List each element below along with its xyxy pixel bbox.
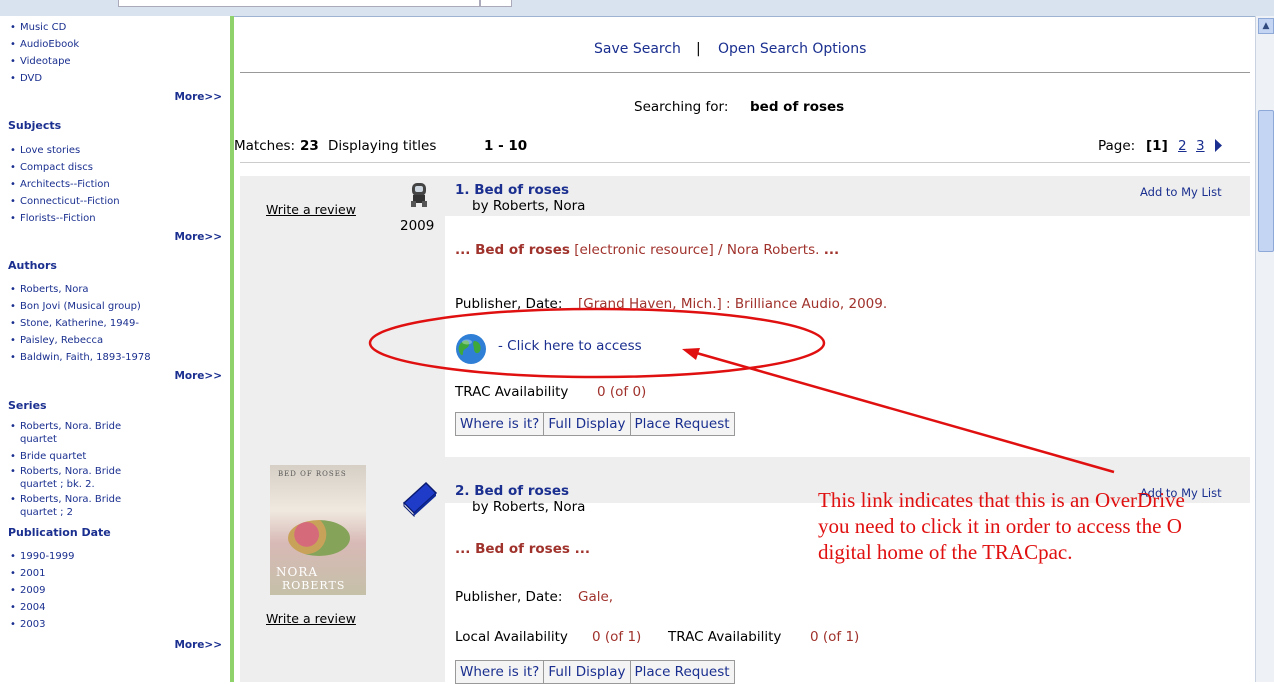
annotation-arrow-head	[682, 348, 700, 360]
annotation-callout: This link indicates that this is an Over…	[818, 487, 1274, 597]
annotation-line-1: This link indicates that this is an Over…	[818, 488, 1185, 512]
annotation-line-3: digital home of the TRACpac.	[818, 540, 1073, 564]
annotation-line-2: you need to click it in order to access …	[818, 514, 1182, 538]
annotation-arrow-line	[685, 348, 1115, 474]
annotation-ellipse	[368, 307, 826, 379]
